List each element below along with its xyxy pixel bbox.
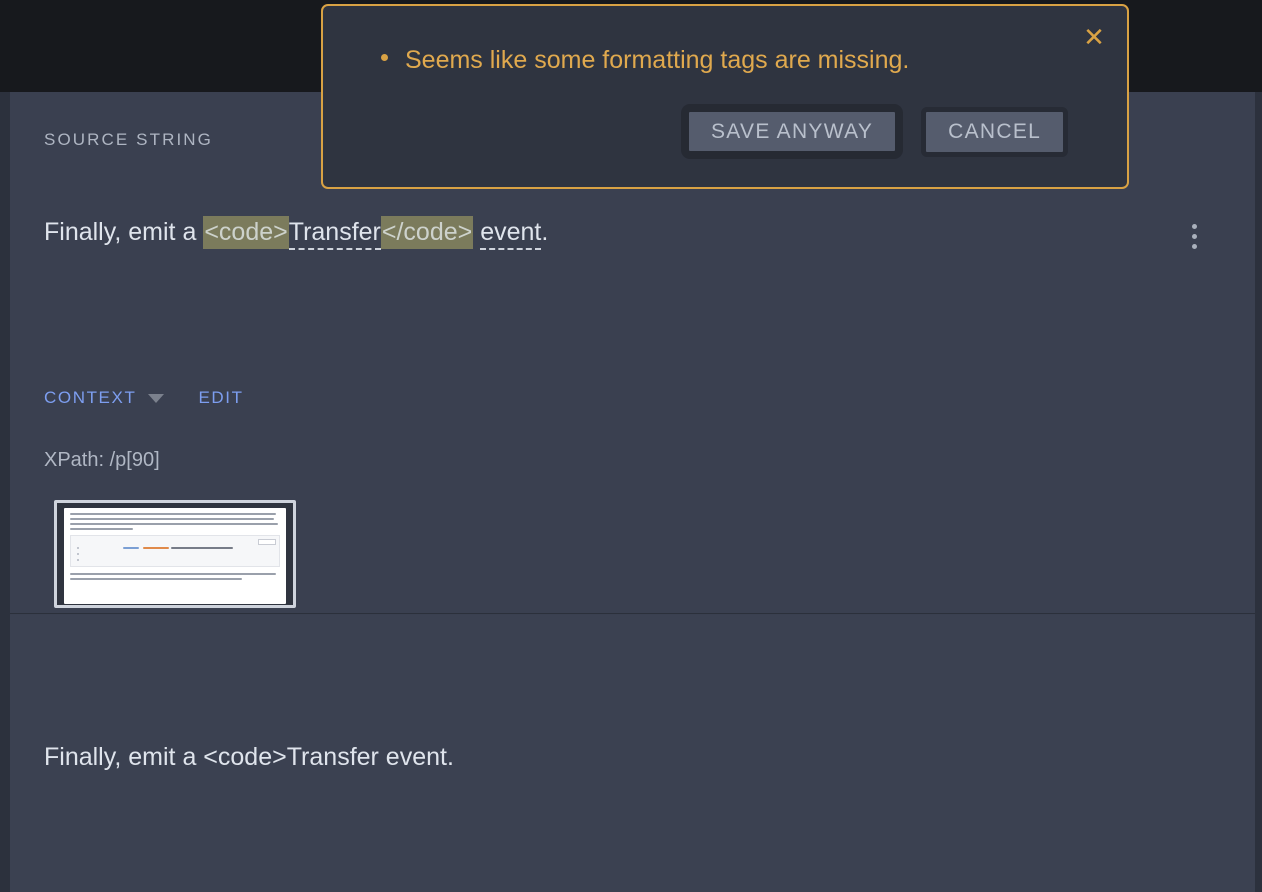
thumbnail-code-block (70, 535, 280, 567)
dialog-message-row: Seems like some formatting tags are miss… (381, 46, 909, 75)
translation-input[interactable]: Finally, emit a <code>Transfer event. (44, 743, 454, 772)
context-toggle-button[interactable]: CONTEXT (44, 388, 165, 408)
source-segment-period: . (541, 218, 549, 246)
source-segment-close-tag: </code> (380, 216, 474, 249)
formatting-warning-dialog: ✕ Seems like some formatting tags are mi… (321, 4, 1129, 189)
dialog-message-text: Seems like some formatting tags are miss… (405, 46, 910, 74)
translation-editor-window: SOURCE STRING Finally, emit a <code>Tran… (10, 92, 1255, 892)
context-row: CONTEXT EDIT (44, 388, 244, 408)
dialog-actions: SAVE ANYWAY CANCEL (681, 104, 1069, 159)
source-string-header: SOURCE STRING (44, 130, 213, 149)
kebab-dot (1191, 243, 1197, 249)
source-segment-plain-1: Finally, emit a (44, 218, 204, 246)
thumbnail-page-content (64, 508, 286, 604)
close-icon[interactable]: ✕ (1075, 18, 1113, 56)
source-segment-transfer: Transfer (288, 218, 381, 250)
kebab-dot (1191, 233, 1197, 239)
kebab-dot (1191, 223, 1197, 229)
translation-section: Finally, emit a <code>Transfer event. (10, 615, 1255, 892)
edit-context-link[interactable]: EDIT (198, 388, 243, 408)
window-right-edge (1255, 92, 1262, 892)
more-vert-icon[interactable] (1168, 210, 1220, 262)
chevron-down-icon (148, 393, 165, 403)
save-anyway-button[interactable]: SAVE ANYWAY (681, 104, 904, 159)
xpath-line: XPath: /p[90] (44, 449, 160, 471)
thumbnail-copy-button (258, 539, 276, 545)
source-segment-event: event (480, 218, 542, 250)
source-segment-open-tag: <code> (203, 216, 289, 249)
cancel-button[interactable]: CANCEL (921, 106, 1069, 157)
source-string-text: Finally, emit a <code>Transfer</code> ev… (44, 215, 549, 250)
context-screenshot-thumbnail[interactable] (54, 500, 296, 608)
context-toggle-label: CONTEXT (44, 388, 137, 407)
bullet-icon (381, 54, 388, 61)
window-left-edge (0, 92, 10, 892)
